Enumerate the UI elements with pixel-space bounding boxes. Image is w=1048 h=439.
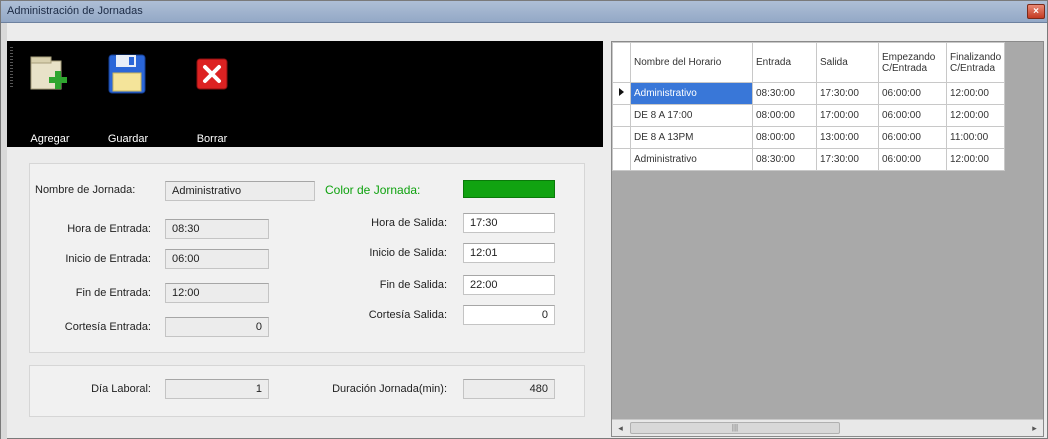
color-swatch[interactable] xyxy=(463,180,555,198)
cell-empezando[interactable]: 06:00:00 xyxy=(878,126,947,149)
table-row[interactable]: DE 8 A 17:00 08:00:00 17:00:00 06:00:00 … xyxy=(612,104,1006,127)
col-header-finalizando[interactable]: Finalizando C/Entrada xyxy=(945,42,1006,83)
inicio-salida-field[interactable]: 12:01 xyxy=(463,243,555,263)
current-row-arrow-icon xyxy=(619,88,624,96)
table-row[interactable]: Administrativo 08:30:00 17:30:00 06:00:0… xyxy=(612,82,1006,105)
col-header-nombre[interactable]: Nombre del Horario xyxy=(630,42,753,83)
delete-x-icon xyxy=(196,58,228,90)
top-band xyxy=(7,23,1047,41)
hora-salida-field[interactable]: 17:30 xyxy=(463,213,555,233)
fin-entrada-label: Fin de Entrada: xyxy=(75,287,151,299)
grid-header-row: Nombre del Horario Entrada Salida Empeza… xyxy=(612,42,1006,83)
schedule-grid-panel: Nombre del Horario Entrada Salida Empeza… xyxy=(611,41,1044,437)
delete-button-label: Borrar xyxy=(196,133,228,145)
row-selector[interactable] xyxy=(612,82,631,105)
cell-salida[interactable]: 13:00:00 xyxy=(816,126,879,149)
add-button-label: Agregar xyxy=(30,133,70,145)
inicio-entrada-field[interactable]: 06:00 xyxy=(165,249,269,269)
cell-entrada[interactable]: 08:30:00 xyxy=(752,148,817,171)
hora-salida-label: Hora de Salida: xyxy=(371,217,447,229)
color-label: Color de Jornada: xyxy=(325,183,421,197)
row-selector[interactable] xyxy=(612,126,631,149)
row-selector[interactable] xyxy=(612,148,631,171)
jornadas-window: Administración de Jornadas × Agregar Gua… xyxy=(0,0,1048,439)
cell-nombre[interactable]: Administrativo xyxy=(630,148,753,171)
table-row[interactable]: Administrativo 08:30:00 17:30:00 06:00:0… xyxy=(612,148,1006,171)
cortesia-salida-field[interactable]: 0 xyxy=(463,305,555,325)
cell-salida[interactable]: 17:30:00 xyxy=(816,148,879,171)
toolbar-grip[interactable] xyxy=(10,47,13,87)
hora-entrada-label: Hora de Entrada: xyxy=(67,223,151,235)
cell-entrada[interactable]: 08:00:00 xyxy=(752,126,817,149)
cell-finalizando[interactable]: 12:00:00 xyxy=(945,148,1006,171)
duracion-label: Duración Jornada(min): xyxy=(332,383,447,395)
cell-empezando[interactable]: 06:00:00 xyxy=(878,104,947,127)
cell-finalizando[interactable]: 12:00:00 xyxy=(945,82,1006,105)
cell-empezando[interactable]: 06:00:00 xyxy=(878,82,947,105)
inicio-salida-label: Inicio de Salida: xyxy=(369,247,447,259)
schedule-grid: Nombre del Horario Entrada Salida Empeza… xyxy=(612,42,1006,171)
fin-entrada-field[interactable]: 12:00 xyxy=(165,283,269,303)
inicio-entrada-label: Inicio de Entrada: xyxy=(65,253,151,265)
fin-salida-label: Fin de Salida: xyxy=(379,279,447,291)
hora-entrada-field[interactable]: 08:30 xyxy=(165,219,269,239)
horizontal-scrollbar[interactable]: ◂ ||| ▸ xyxy=(612,419,1043,436)
cell-empezando[interactable]: 06:00:00 xyxy=(878,148,947,171)
fin-salida-field[interactable]: 22:00 xyxy=(463,275,555,295)
close-button[interactable]: × xyxy=(1027,4,1045,19)
scroll-thumb[interactable]: ||| xyxy=(630,422,840,434)
nombre-label: Nombre de Jornada: xyxy=(35,184,136,196)
col-header-salida[interactable]: Salida xyxy=(816,42,879,83)
save-button[interactable]: Guardar xyxy=(93,47,163,145)
duracion-field[interactable]: 480 xyxy=(463,379,555,399)
jornada-form: Nombre de Jornada: Administrativo Color … xyxy=(7,147,603,437)
cell-finalizando[interactable]: 11:00:00 xyxy=(945,126,1006,149)
cortesia-salida-label: Cortesía Salida: xyxy=(368,309,447,321)
cortesia-entrada-label: Cortesía Entrada: xyxy=(64,321,151,333)
row-selector[interactable] xyxy=(612,104,631,127)
delete-button[interactable]: Borrar xyxy=(177,47,247,145)
cell-finalizando[interactable]: 12:00:00 xyxy=(945,104,1006,127)
cell-nombre[interactable]: Administrativo xyxy=(630,82,753,105)
col-header-empezando[interactable]: Empezando C/Entrada xyxy=(878,42,947,83)
title-bar[interactable]: Administración de Jornadas × xyxy=(1,1,1047,23)
cell-salida[interactable]: 17:30:00 xyxy=(816,82,879,105)
scroll-right-icon[interactable]: ▸ xyxy=(1026,420,1043,436)
add-button[interactable]: Agregar xyxy=(15,47,85,145)
floppy-disk-icon xyxy=(108,54,146,94)
window-title: Administración de Jornadas xyxy=(7,5,143,17)
toolbar: Agregar Guardar Borrar xyxy=(7,41,603,147)
save-button-label: Guardar xyxy=(107,133,149,145)
nombre-field[interactable]: Administrativo xyxy=(165,181,315,201)
cell-salida[interactable]: 17:00:00 xyxy=(816,104,879,127)
cell-entrada[interactable]: 08:30:00 xyxy=(752,82,817,105)
table-row[interactable]: DE 8 A 13PM 08:00:00 13:00:00 06:00:00 1… xyxy=(612,126,1006,149)
add-folder-icon xyxy=(30,56,67,90)
cortesia-entrada-field[interactable]: 0 xyxy=(165,317,269,337)
cell-entrada[interactable]: 08:00:00 xyxy=(752,104,817,127)
cell-nombre[interactable]: DE 8 A 13PM xyxy=(630,126,753,149)
scroll-left-icon[interactable]: ◂ xyxy=(612,420,629,436)
dia-laboral-field[interactable]: 1 xyxy=(165,379,269,399)
col-header-entrada[interactable]: Entrada xyxy=(752,42,817,83)
dia-laboral-label: Día Laboral: xyxy=(91,383,151,395)
cell-nombre[interactable]: DE 8 A 17:00 xyxy=(630,104,753,127)
grid-corner-header xyxy=(612,42,631,83)
